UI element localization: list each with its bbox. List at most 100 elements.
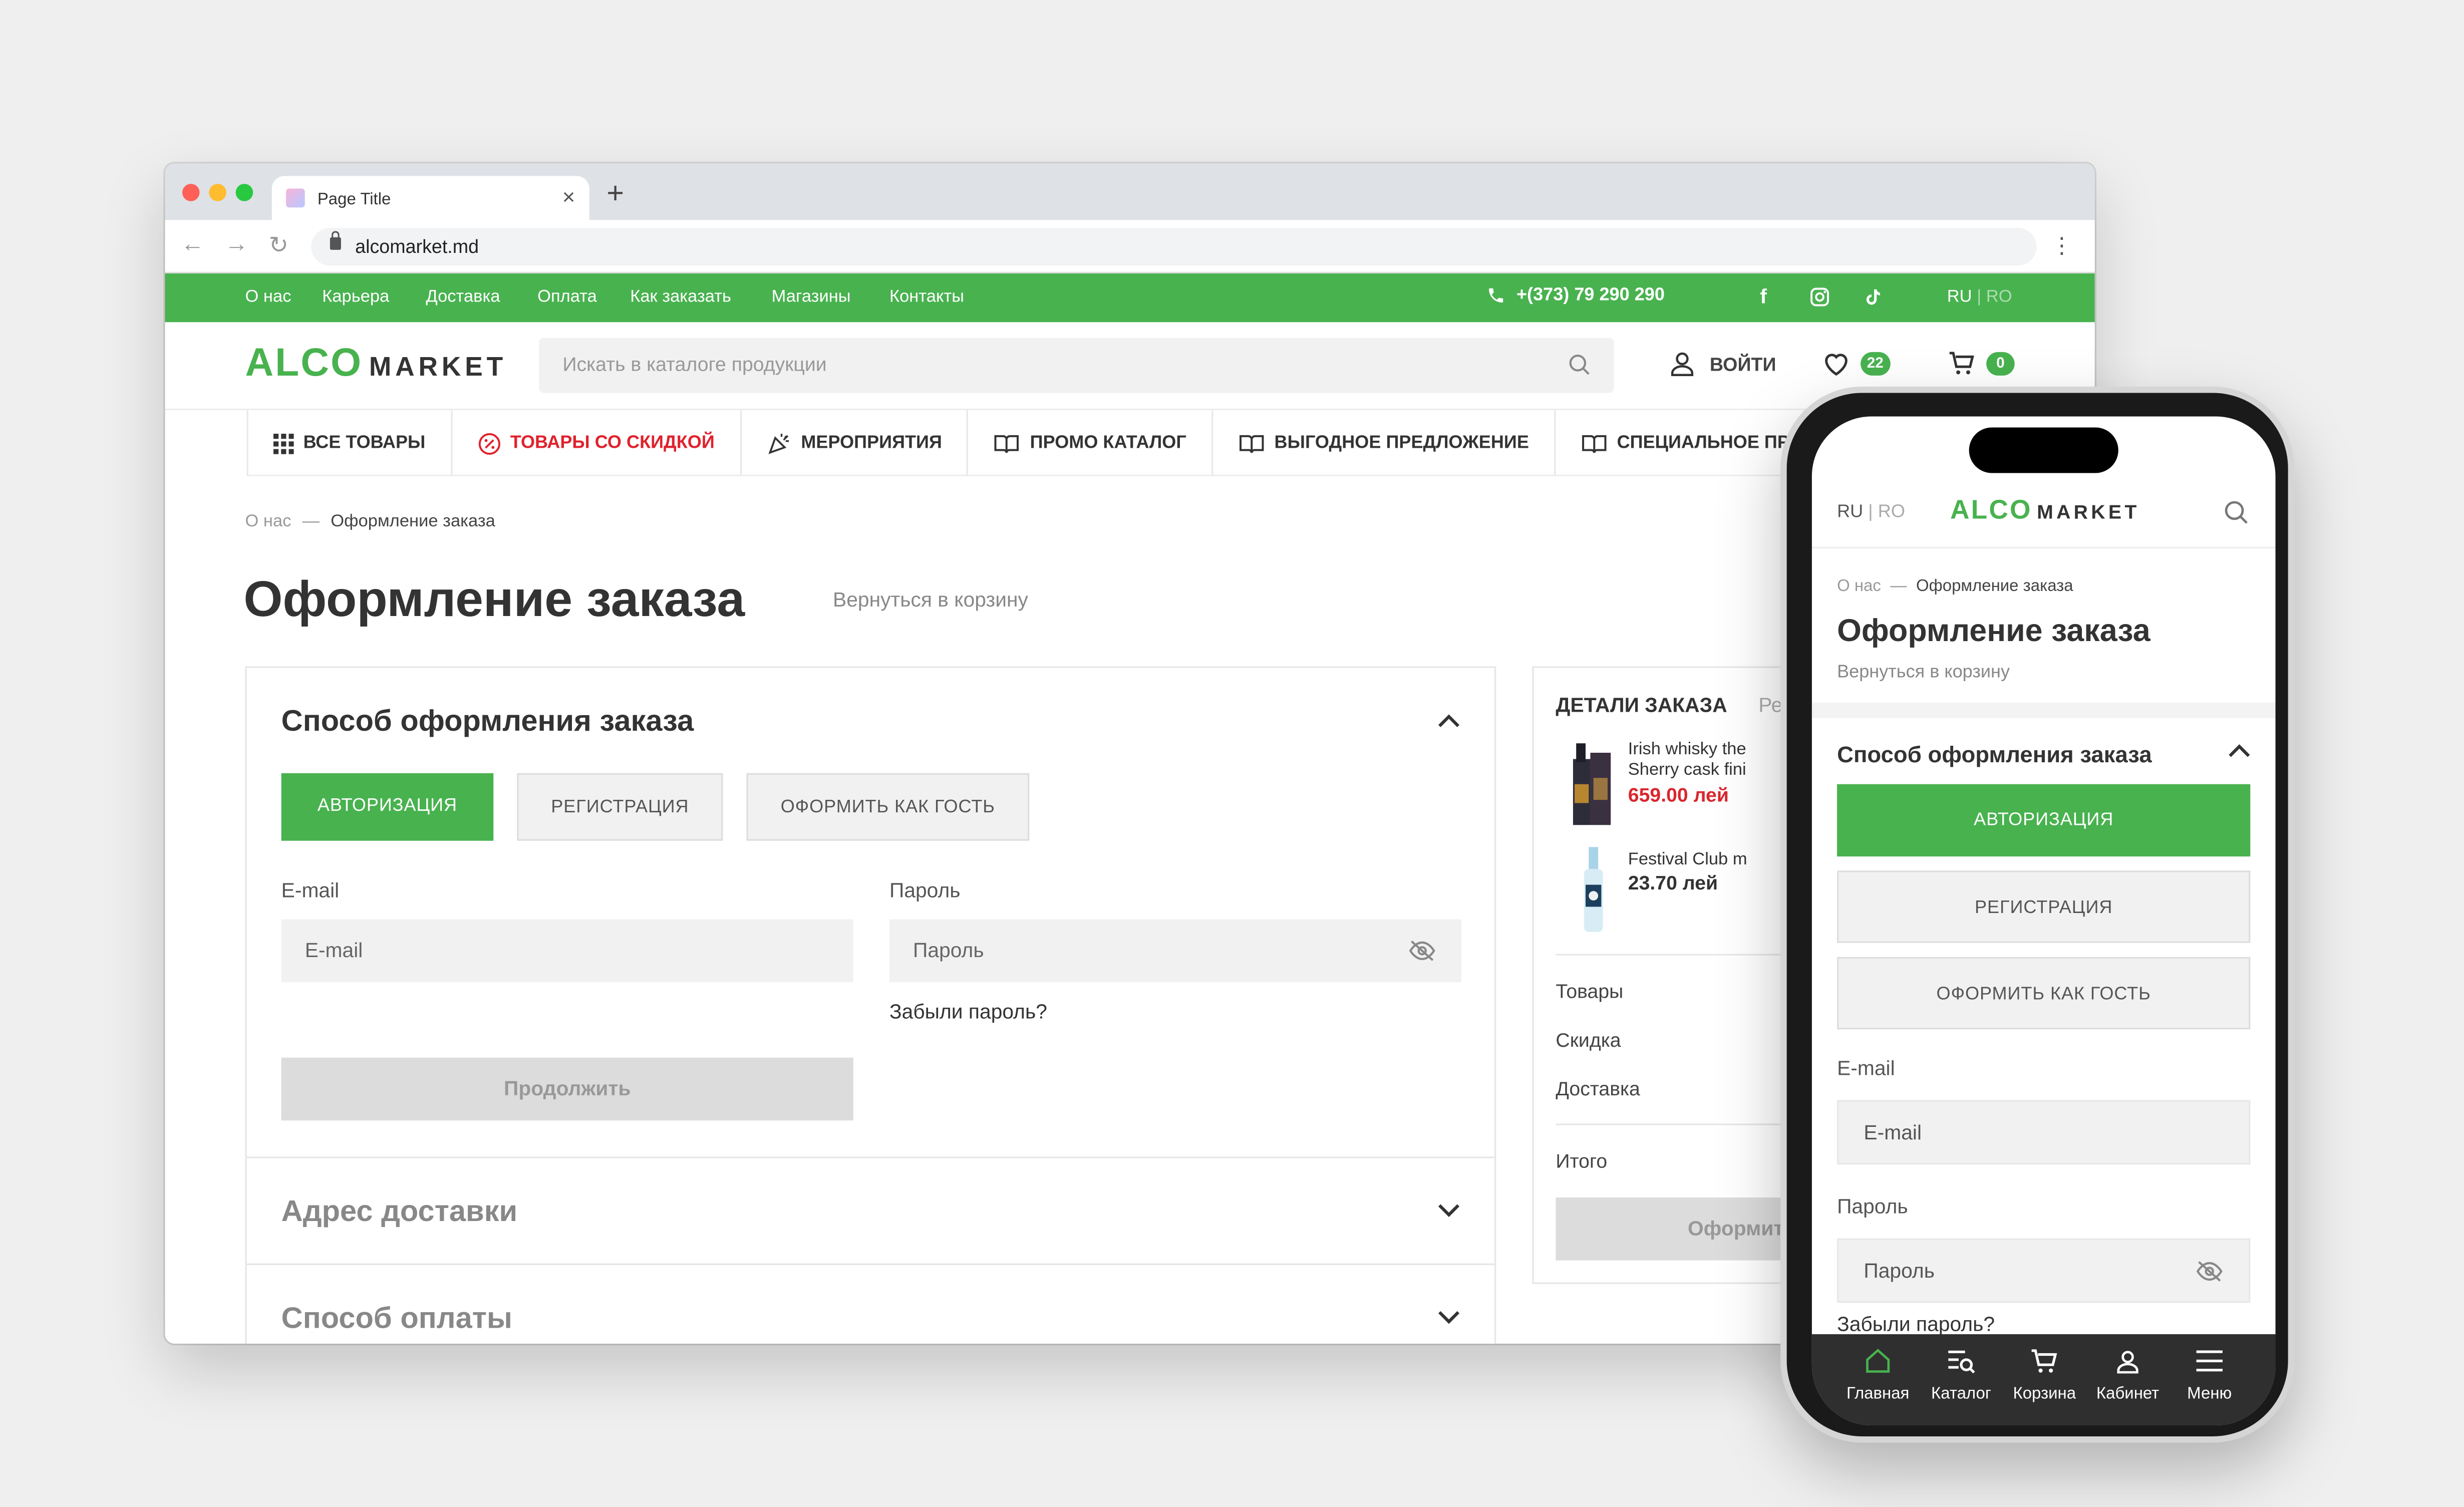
eye-off-icon[interactable] (2196, 1259, 2224, 1284)
tabbar-cart[interactable]: Корзина (1997, 1344, 2091, 1403)
maximize-window-dot[interactable] (235, 184, 253, 201)
tabbar-account[interactable]: Кабинет (2080, 1344, 2175, 1403)
phone-link[interactable]: +(373) 79 290 290 (1486, 286, 1665, 305)
whisky-bottle-image[interactable] (1572, 737, 1613, 825)
category-promo-catalog[interactable]: ПРОМО КАТАЛОГ (969, 410, 1213, 476)
topbar-link-contacts[interactable]: Контакты (889, 287, 964, 307)
new-tab-icon[interactable]: + (606, 178, 624, 212)
breadcrumb-current: Оформление заказа (331, 512, 495, 531)
mobile-tab-registration[interactable]: РЕГИСТРАЦИЯ (1837, 870, 2251, 943)
mobile-tab-authorization[interactable]: АВТОРИЗАЦИЯ (1837, 784, 2251, 857)
reload-icon[interactable]: ↻ (269, 231, 288, 259)
password-label: Пароль (889, 878, 961, 902)
language-switcher[interactable]: RU | RO (1947, 287, 2012, 307)
summary-row-discount: Скидка (1556, 1029, 1621, 1052)
delivery-address-section[interactable]: Адрес доставки (246, 1158, 1495, 1265)
topbar-link-how-to-order[interactable]: Как заказать (630, 287, 731, 307)
email-label: E-mail (281, 878, 340, 902)
lang-ro[interactable]: RO (1878, 503, 1905, 522)
breadcrumb-separator: — (302, 512, 320, 531)
order-item-name[interactable]: Festival Club m (1628, 850, 1747, 871)
tab-registration[interactable]: РЕГИСТРАЦИЯ (517, 773, 723, 841)
close-tab-icon[interactable]: × (562, 184, 575, 209)
close-window-dot[interactable] (182, 184, 200, 201)
category-special[interactable]: СПЕЦИАЛЬНОЕ ПР (1556, 410, 1814, 476)
login-button[interactable]: ВОЙТИ (1667, 349, 1776, 379)
topbar-link-stores[interactable]: Магазины (772, 287, 851, 307)
wishlist-button[interactable]: 22 (1821, 349, 1890, 377)
continue-button[interactable]: Продолжить (281, 1057, 853, 1121)
breadcrumb-separator: — (1890, 576, 1907, 596)
cart-button[interactable]: 0 (1947, 349, 2015, 377)
tab-guest-checkout[interactable]: ОФОРМИТЬ КАК ГОСТЬ (746, 773, 1030, 841)
mobile-password-field[interactable]: Пароль (1837, 1238, 2251, 1303)
user-icon (2117, 1350, 2138, 1373)
instagram-icon[interactable] (1809, 286, 1831, 313)
forgot-password-link[interactable]: Забыли пароль? (889, 1000, 1047, 1023)
chevron-down-icon[interactable] (1438, 1311, 1460, 1325)
checkout-method-title: Способ оформления заказа (281, 705, 694, 739)
search-icon[interactable] (2222, 498, 2250, 526)
email-placeholder: E-mail (1864, 1120, 1922, 1144)
breadcrumb: О нас — Оформление заказа (245, 512, 495, 531)
lang-ro[interactable]: RO (1986, 287, 2012, 307)
logo-market: MARKET (2037, 501, 2140, 523)
email-field[interactable]: E-mail (281, 919, 853, 983)
topbar-link-delivery[interactable]: Доставка (426, 287, 500, 307)
browser-menu-icon[interactable]: ⋮ (2051, 232, 2073, 259)
tiktok-icon[interactable] (1862, 286, 1883, 313)
mobile-back-to-cart-link[interactable]: Вернуться в корзину (1837, 663, 2010, 682)
search-icon[interactable] (1567, 352, 1592, 377)
password-field[interactable]: Пароль (889, 919, 1462, 983)
breadcrumb-home[interactable]: О нас (1837, 577, 1881, 596)
mobile-forgot-password-link[interactable]: Забыли пароль? (1837, 1312, 1995, 1336)
search-input[interactable]: Искать в каталоге продукции (539, 338, 1614, 393)
category-best-offer[interactable]: ВЫГОДНОЕ ПРЕДЛОЖЕНИЕ (1213, 410, 1556, 476)
chevron-up-icon[interactable] (2228, 743, 2250, 757)
user-icon (1671, 352, 1694, 376)
tabbar-home[interactable]: Главная (1831, 1344, 1925, 1403)
mobile-language-switcher[interactable]: RU | RO (1837, 503, 1905, 522)
browser-toolbar: ← → ↻ alcomarket.md ⋮ (165, 220, 2095, 273)
topbar-link-career[interactable]: Карьера (322, 287, 389, 307)
password-placeholder: Пароль (1864, 1259, 1935, 1283)
breadcrumb-home[interactable]: О нас (245, 512, 291, 531)
back-to-cart-link[interactable]: Вернуться в корзину (833, 588, 1028, 612)
book-icon (1239, 434, 1264, 452)
tab-authorization[interactable]: АВТОРИЗАЦИЯ (281, 773, 494, 841)
tabbar-catalog[interactable]: Каталог (1914, 1344, 2008, 1403)
mobile-alcomarket-logo[interactable]: ALCO MARKET (1950, 495, 2140, 526)
phone-number: +(373) 79 290 290 (1516, 286, 1665, 305)
mobile-email-field[interactable]: E-mail (1837, 1100, 2251, 1165)
category-label: СПЕЦИАЛЬНОЕ ПР (1617, 434, 1789, 453)
topbar-link-about[interactable]: О нас (245, 287, 291, 307)
chevron-down-icon[interactable] (1438, 1204, 1460, 1218)
facebook-icon[interactable]: f (1760, 284, 1767, 308)
topbar-link-payment[interactable]: Оплата (537, 287, 597, 307)
alcomarket-logo[interactable]: ALCO MARKET (245, 341, 507, 387)
tabbar-label: Меню (2187, 1384, 2232, 1404)
payment-method-section[interactable]: Способ оплаты (247, 1265, 1494, 1344)
lang-ru[interactable]: RU (1837, 503, 1863, 522)
minimize-window-dot[interactable] (209, 184, 226, 201)
eye-off-icon[interactable] (1408, 938, 1436, 963)
mobile-tab-guest-checkout[interactable]: ОФОРМИТЬ КАК ГОСТЬ (1837, 957, 2251, 1030)
lang-ru[interactable]: RU (1947, 287, 1972, 307)
club-mate-bottle-image[interactable] (1581, 844, 1606, 935)
browser-tab[interactable]: Page Title × (271, 176, 589, 220)
order-item-price: 659.00 лей (1628, 784, 1729, 806)
forward-arrow-icon[interactable]: → (225, 231, 248, 257)
category-all-products[interactable]: ВСЕ ТОВАРЫ (246, 410, 452, 476)
category-events[interactable]: МЕРОПРИЯТИЯ (741, 410, 969, 476)
category-label: ВСЕ ТОВАРЫ (303, 434, 426, 453)
order-item-name[interactable]: Irish whisky the Sherry cask fini (1628, 740, 1746, 781)
tabbar-menu[interactable]: Меню (2163, 1344, 2257, 1403)
category-discount[interactable]: ТОВАРЫ СО СКИДКОЙ (452, 410, 742, 476)
address-bar[interactable]: alcomarket.md (311, 227, 2037, 266)
party-icon (768, 434, 789, 454)
chevron-up-icon[interactable] (1438, 714, 1460, 728)
tabbar-label: Кабинет (2096, 1384, 2160, 1404)
order-item-name-line1: Festival Club m (1628, 850, 1747, 869)
search-placeholder: Искать в каталоге продукции (562, 354, 827, 376)
back-arrow-icon[interactable]: ← (181, 231, 204, 257)
